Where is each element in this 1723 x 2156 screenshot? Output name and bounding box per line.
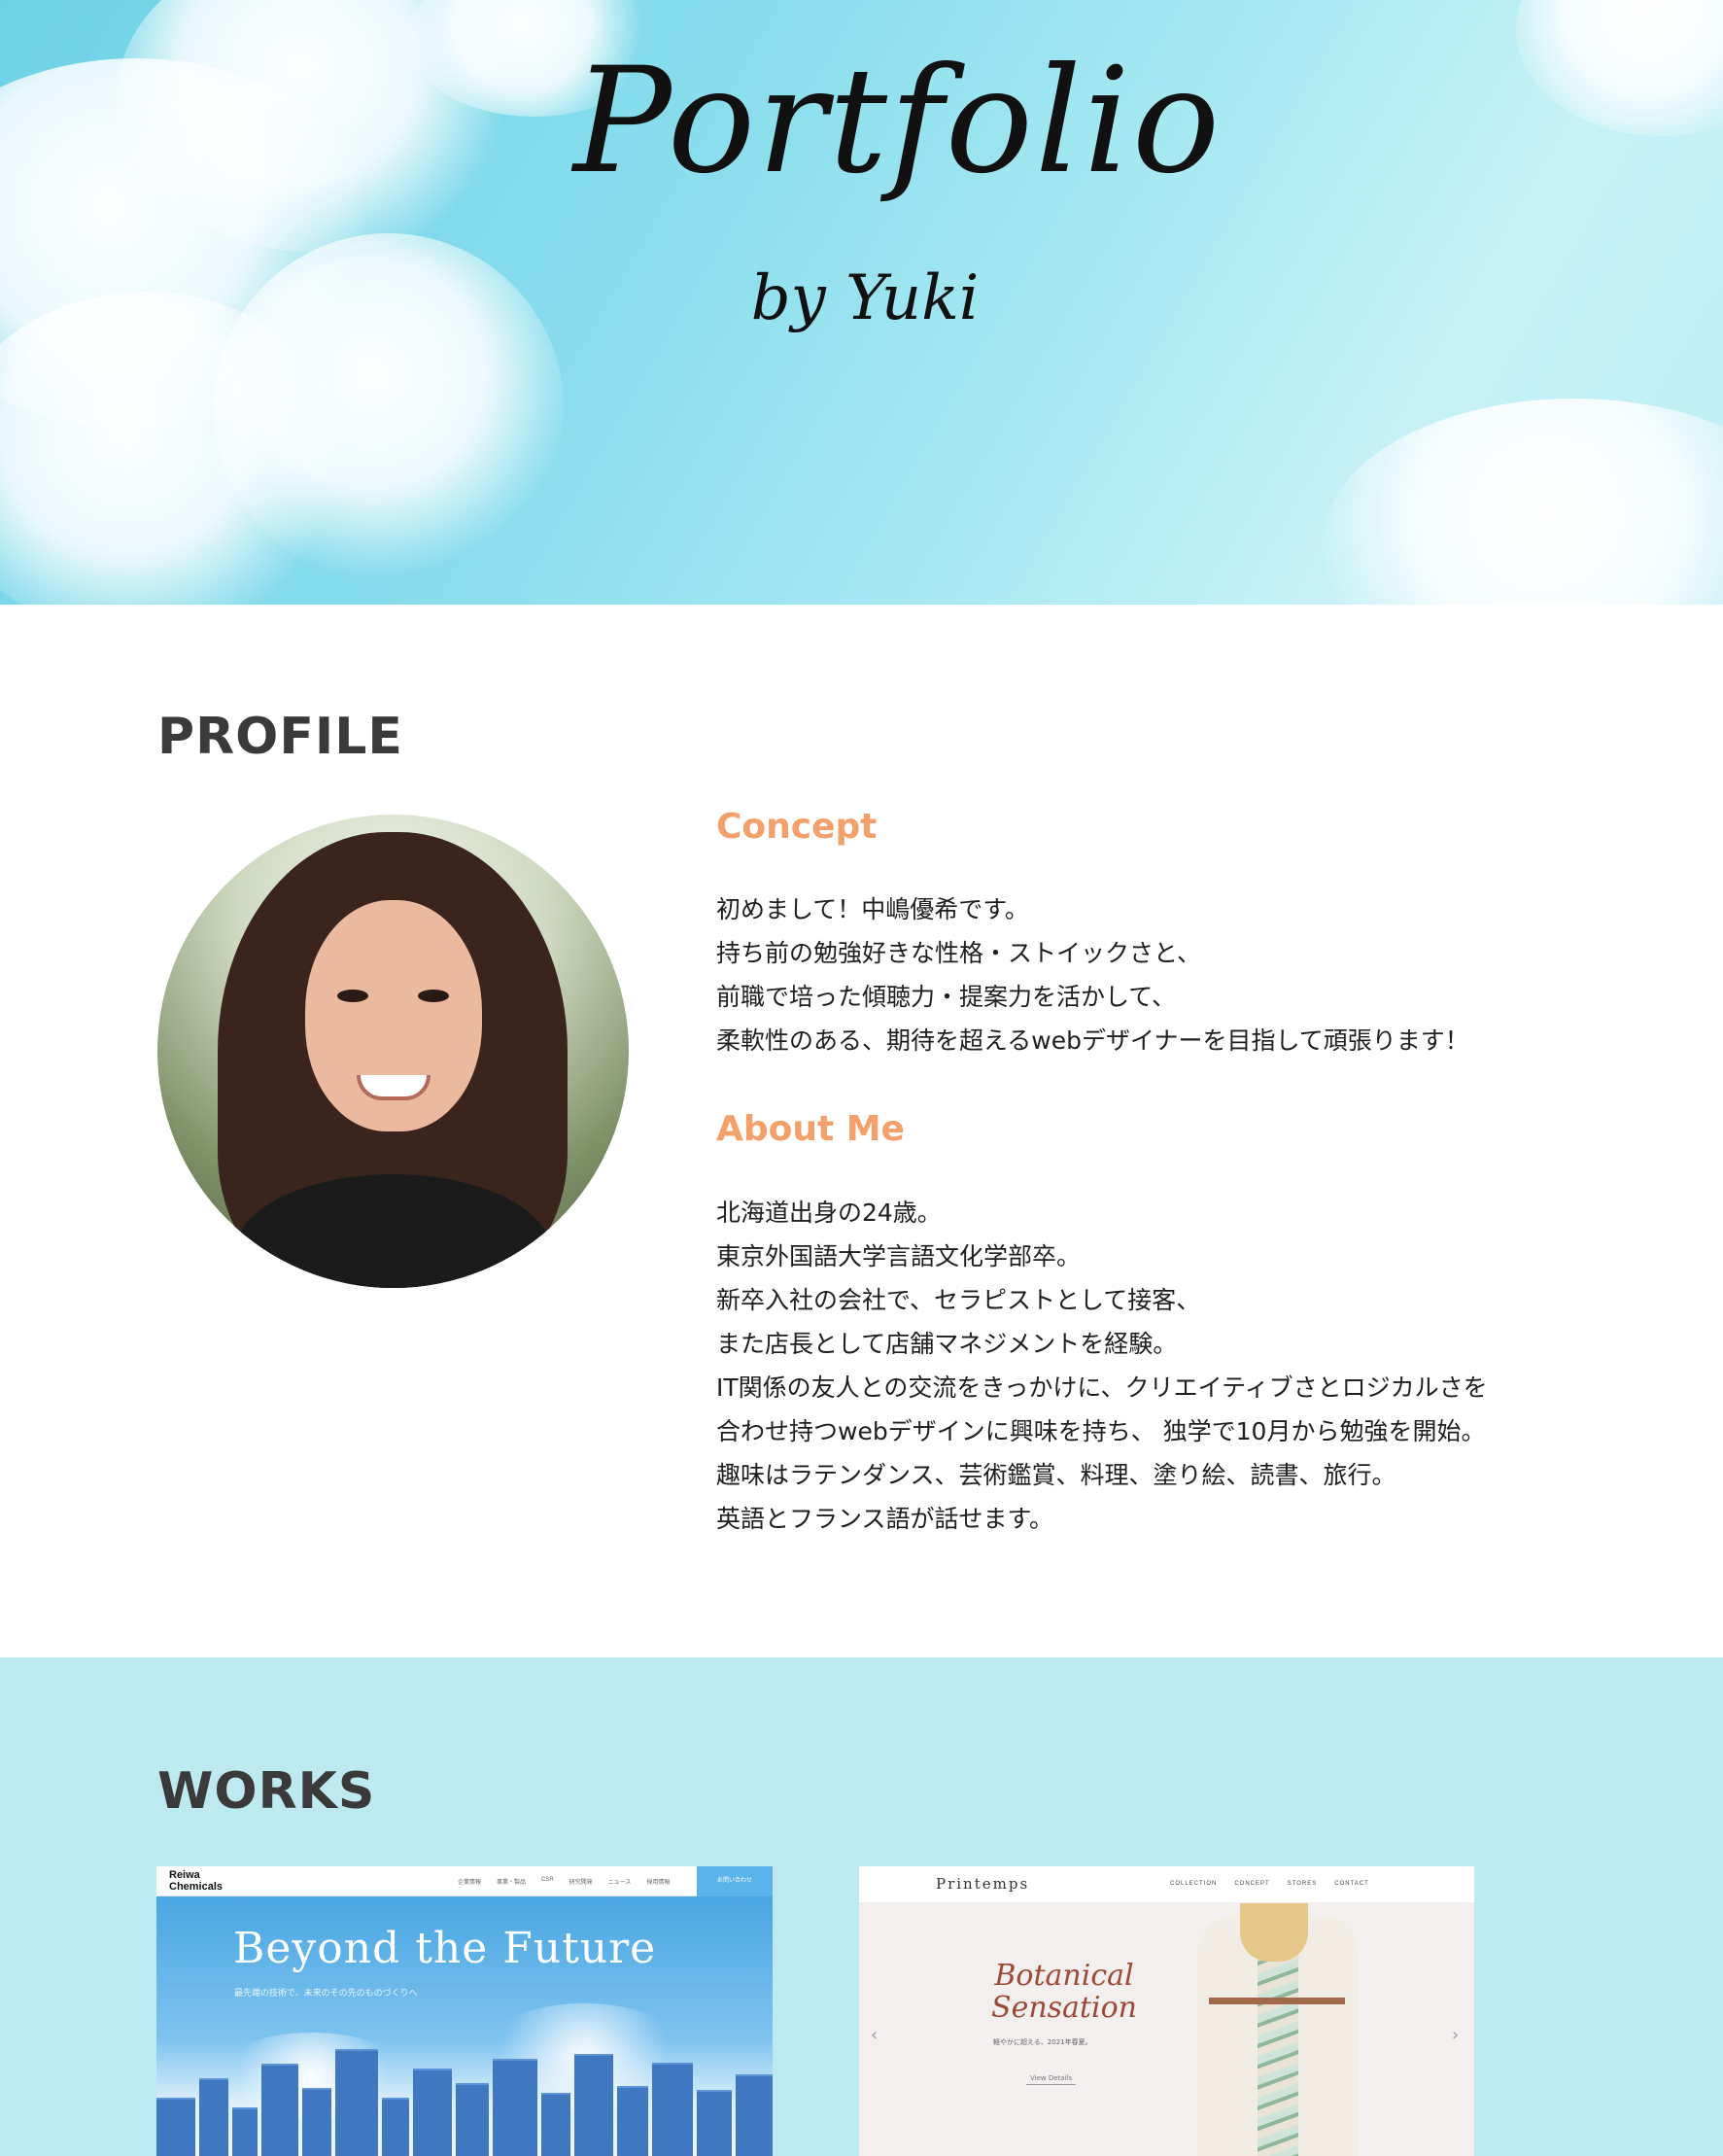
- building-shape: [413, 2069, 452, 2156]
- work-card-title: Beyond the Future: [233, 1924, 657, 1973]
- about-line: 趣味はラテンダンス、芸術鑑賞、料理、塗り絵、読書、旅行。: [716, 1461, 1396, 1489]
- work-card-reiwa-chemicals[interactable]: Reiwa Chemicals 企業情報 事業・製品 CSR 研究開発 ニュース…: [156, 1866, 773, 2156]
- building-shape: [156, 2098, 195, 2156]
- work-card-menu-item: 事業・製品: [497, 1880, 527, 1886]
- work-card-logo-line: Chemicals: [169, 1881, 224, 1893]
- about-label: About Me: [716, 1109, 905, 1149]
- about-text: 北海道出身の24歳。 東京外国語大学言語文化学部卒。 新卒入社の会社で、セラピス…: [716, 1191, 1488, 1541]
- about-line: 合わせ持つwebデザインに興味を持ち、 独学で10月から勉強を開始。: [716, 1417, 1486, 1445]
- profile-avatar: [157, 815, 629, 1288]
- concept-line: 前職で培った傾聴力・提案力を活かして、: [716, 983, 1177, 1011]
- view-details-link: View Details: [1026, 2074, 1077, 2085]
- work-card-script-line: Sensation: [991, 1991, 1137, 2025]
- building-shape: [199, 2078, 228, 2156]
- avatar-eye: [337, 990, 368, 1002]
- work-card-script-title: Botanical Sensation: [972, 1960, 1156, 2024]
- work-card-menu-item: 研究開発: [569, 1880, 593, 1886]
- concept-line: 柔軟性のある、期待を超えるwebデザイナーを目指して頑張ります！: [716, 1026, 1469, 1055]
- works-section: WORKS Reiwa Chemicals 企業情報 事業・製品 CSR 研究開…: [0, 1657, 1723, 2156]
- work-card-tagline: 軽やかに超える、2021年春夏。: [993, 2038, 1092, 2046]
- about-line: 東京外国語大学言語文化学部卒。: [716, 1242, 1082, 1270]
- building-shape: [382, 2098, 409, 2156]
- work-card-printemps[interactable]: Printemps COLLECTION CONCEPT STORES CONT…: [859, 1866, 1474, 2156]
- building-shape: [493, 2059, 537, 2156]
- building-shape: [736, 2074, 773, 2156]
- work-card-menu-item: ニュース: [607, 1880, 632, 1886]
- cloud-decoration: [1516, 0, 1723, 136]
- work-card-logo-line: Reiwa: [169, 1869, 200, 1881]
- building-shape: [335, 2049, 378, 2156]
- work-card-menu-item: CONCEPT: [1234, 1881, 1270, 1887]
- work-card-menu-item: 採用情報: [646, 1880, 671, 1886]
- avatar-eye: [418, 990, 449, 1002]
- about-line: IT関係の友人との交流をきっかけに、クリエイティブさとロジカルさを: [716, 1374, 1488, 1402]
- about-line: また店長として店舗マネジメントを経験。: [716, 1330, 1178, 1358]
- cloud-decoration: [214, 233, 564, 583]
- concept-text: 初めまして！中嶋優希です。 持ち前の勉強好きな性格・ストイックさと、 前職で培っ…: [716, 887, 1469, 1062]
- building-shape: [652, 2063, 693, 2156]
- building-shape: [697, 2090, 732, 2156]
- work-card-nav: Printemps COLLECTION CONCEPT STORES CONT…: [859, 1866, 1474, 1903]
- model-photo: [1180, 1903, 1377, 2156]
- model-hair: [1240, 1903, 1308, 1962]
- work-card-logo: Reiwa Chemicals: [169, 1869, 223, 1893]
- concept-label: Concept: [716, 807, 878, 847]
- building-shape: [541, 2093, 570, 2156]
- work-card-menu: COLLECTION CONCEPT STORES CONTACT: [1170, 1881, 1369, 1887]
- work-card-hero: Botanical Sensation 軽やかに超える、2021年春夏。 Vie…: [859, 1903, 1474, 2156]
- work-card-script-line: Botanical: [994, 1959, 1134, 1993]
- building-shape: [302, 2088, 331, 2156]
- work-card-logo: Printemps: [936, 1875, 1030, 1893]
- about-line: 英語とフランス語が話せます。: [716, 1505, 1054, 1533]
- model-dress: [1258, 1932, 1298, 2156]
- concept-line: 初めまして！中嶋優希です。: [716, 895, 1029, 923]
- work-card-menu-item: COLLECTION: [1170, 1881, 1218, 1887]
- works-heading: WORKS: [157, 1762, 376, 1821]
- building-shape: [574, 2054, 613, 2156]
- cloud-decoration: [1322, 399, 1723, 605]
- hero-title: Portfolio: [573, 37, 1223, 206]
- work-card-menu-item: CSR: [541, 1877, 554, 1883]
- building-shape: [617, 2086, 648, 2156]
- hero-subtitle: by Yuki: [750, 262, 980, 334]
- profile-heading: PROFILE: [157, 708, 403, 766]
- model-belt: [1209, 1998, 1345, 2004]
- work-card-hero: Beyond the Future 最先端の技術で、未来のその先のものづくりへ: [156, 1896, 773, 2156]
- chevron-right-icon: ›: [1452, 2025, 1460, 2045]
- work-card-tagline: 最先端の技術で、未来のその先のものづくりへ: [234, 1989, 418, 1999]
- about-line: 北海道出身の24歳。: [716, 1199, 942, 1227]
- about-line: 新卒入社の会社で、セラピストとして接客、: [716, 1286, 1201, 1314]
- building-shape: [456, 2083, 489, 2156]
- building-shape: [232, 2107, 258, 2156]
- work-card-menu-item: 企業情報: [458, 1880, 482, 1886]
- hero-banner: Portfolio by Yuki: [0, 0, 1723, 605]
- chevron-left-icon: ‹: [871, 2025, 879, 2045]
- work-card-nav: Reiwa Chemicals 企業情報 事業・製品 CSR 研究開発 ニュース…: [156, 1866, 773, 1896]
- concept-line: 持ち前の勉強好きな性格・ストイックさと、: [716, 939, 1202, 967]
- work-card-menu: 企業情報 事業・製品 CSR 研究開発 ニュース 採用情報: [458, 1877, 670, 1886]
- work-card-menu-item: STORES: [1287, 1881, 1318, 1887]
- building-shape: [261, 2064, 298, 2156]
- work-card-contact: お問い合わせ: [697, 1866, 773, 1896]
- work-card-menu-item: CONTACT: [1334, 1881, 1369, 1887]
